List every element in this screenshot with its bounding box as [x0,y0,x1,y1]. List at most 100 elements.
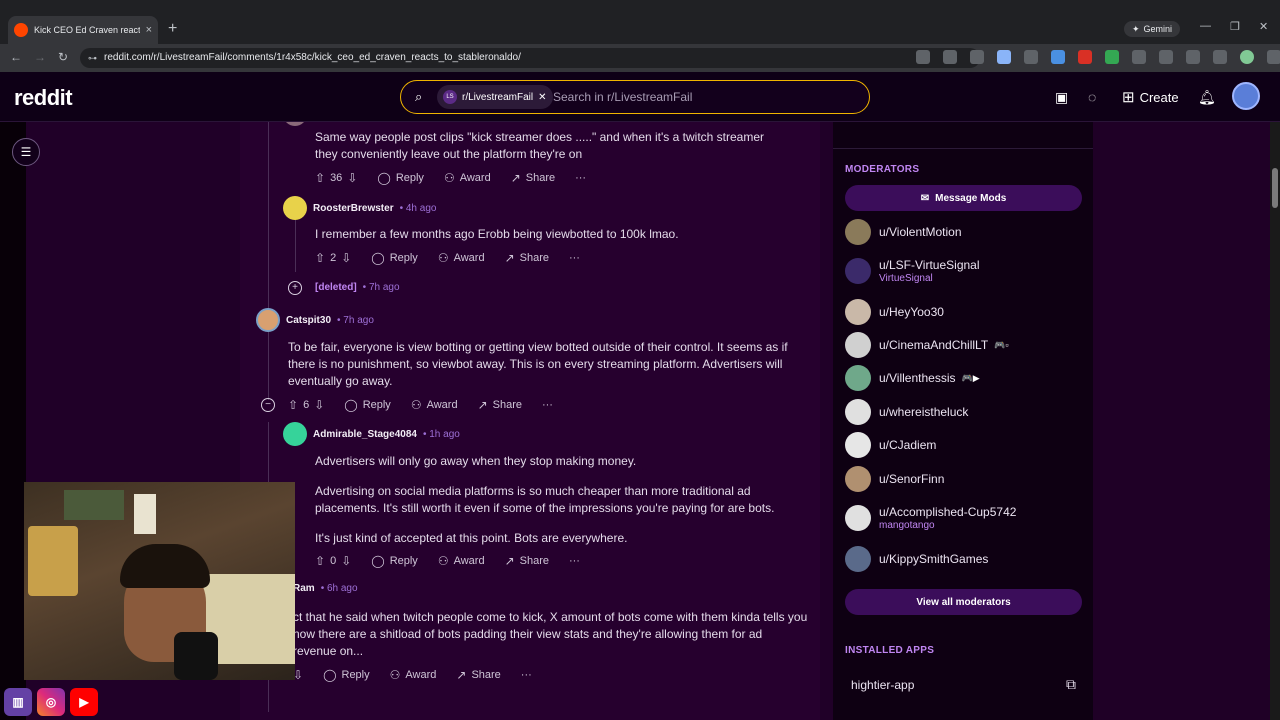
new-tab-button[interactable]: + [168,20,177,38]
comment-time[interactable]: • 6h ago [321,583,358,594]
split-view-icon[interactable] [1186,50,1200,64]
more-options-button[interactable]: ··· [569,252,580,264]
downvote-icon[interactable]: ⇩ [341,251,351,265]
share-button[interactable]: ↗ Share [456,668,500,682]
moderator-item[interactable]: u/Villenthessis 🎮▶ [845,365,980,391]
reply-button[interactable]: ◯ Reply [344,398,391,412]
collapse-thread-icon[interactable]: − [261,398,275,412]
scrollbar-thumb[interactable] [1272,168,1278,208]
comment-author[interactable]: Catspit30 [286,315,331,326]
maximize-icon[interactable]: ❐ [1230,20,1240,33]
forward-icon[interactable]: → [34,50,46,64]
cast-icon[interactable] [943,50,957,64]
chip-remove-icon[interactable]: ✕ [538,92,546,103]
reply-icon: ◯ [371,251,385,265]
moderator-item[interactable]: u/KippySmithGames [845,546,988,572]
subreddit-chip[interactable]: LS r/LivestreamFail ✕ [437,85,553,109]
more-options-button[interactable]: ··· [575,172,586,184]
comment-author-row: Admirable_Stage4084 • 1h ago [283,422,460,446]
youtube-icon: ▶ [70,688,98,716]
comment-time[interactable]: • 4h ago [400,203,437,214]
upvote-icon[interactable]: ⇧ [288,398,298,412]
moderator-item[interactable]: u/HeyYoo30 [845,299,944,325]
search-input[interactable] [553,89,853,105]
comment-time[interactable]: • 1h ago [423,429,460,440]
comment-author[interactable]: Ram [293,583,315,594]
back-icon[interactable]: ← [10,50,22,64]
moderator-item[interactable]: u/ViolentMotion [845,219,962,245]
message-mods-label: Message Mods [935,192,1007,204]
zoom-icon[interactable] [916,50,930,64]
reply-button[interactable]: ◯ Reply [371,251,418,265]
avatar[interactable] [283,422,307,446]
reply-button[interactable]: ◯ Reply [323,668,370,682]
reload-icon[interactable]: ↻ [58,50,68,64]
chat-icon[interactable]: ◌ [1088,89,1096,105]
menu-toggle-button[interactable]: ☰ [12,138,40,166]
share-button[interactable]: ↗ Share [505,251,549,265]
avatar[interactable] [256,308,280,332]
moderator-item[interactable]: u/SenorFinn [845,466,944,492]
more-options-button[interactable]: ··· [542,399,553,411]
advertise-icon[interactable]: ▣ [1055,89,1068,106]
moderator-item[interactable]: u/LSF-VirtueSignal VirtueSignal [845,258,980,284]
comment-author[interactable]: Admirable_Stage4084 [313,429,417,440]
message-mods-button[interactable]: ✉ Message Mods [845,185,1082,211]
gemini-button[interactable]: ✦ Gemini [1124,21,1181,37]
vote-group: ⇧ 6 ⇩ [288,398,324,412]
share-button[interactable]: ↗ Share [505,554,549,568]
create-button[interactable]: ⊞ Create [1122,88,1179,106]
site-info-icon[interactable]: ⊶ [88,48,97,68]
bookmark-star-icon[interactable] [970,50,984,64]
browser-tab[interactable]: Kick CEO Ed Craven reacts to St × [8,16,158,44]
downvote-icon[interactable]: ⇩ [314,398,324,412]
share-button[interactable]: ↗ Share [511,171,555,185]
page-scrollbar[interactable] [1270,122,1280,720]
moderator-item[interactable]: u/CJadiem [845,432,936,458]
upvote-icon[interactable]: ⇧ [315,554,325,568]
upvote-icon[interactable]: ⇧ [315,171,325,185]
award-button[interactable]: ⚇ Award [444,171,491,185]
comment-author[interactable]: RoosterBrewster [313,203,394,214]
comment-time[interactable]: • 7h ago [337,315,374,326]
downvote-icon[interactable]: ⇩ [341,554,351,568]
award-button[interactable]: ⚇ Award [438,251,485,265]
more-options-button[interactable]: ··· [521,669,532,681]
tab-close-icon[interactable]: × [146,24,152,36]
comment-time[interactable]: • 7h ago [363,282,400,293]
moderator-item[interactable]: u/CinemaAndChillLT 🎮▫ [845,332,1009,358]
upvote-icon[interactable]: ⇧ [315,251,325,265]
menu-icon[interactable] [1267,50,1280,64]
moderator-item[interactable]: u/Accomplished-Cup5742 mangotango [845,505,1016,531]
puzzle-icon[interactable] [1132,50,1146,64]
extension-icon[interactable] [997,50,1011,64]
audio-icon[interactable] [1051,50,1065,64]
reply-button[interactable]: ◯ Reply [371,554,418,568]
share-button[interactable]: ↗ Share [478,398,522,412]
installed-app-item[interactable]: hightier-app ⧉ [851,676,1076,693]
reply-button[interactable]: ◯ Reply [377,171,424,185]
bookmarks-icon[interactable] [1159,50,1173,64]
search-bar[interactable]: ⌕ LS r/LivestreamFail ✕ [400,80,870,114]
profile-icon[interactable] [1240,50,1254,64]
adblock-icon[interactable] [1078,50,1092,64]
user-avatar[interactable] [1232,82,1260,110]
close-window-icon[interactable]: ✕ [1259,20,1268,33]
shield-icon[interactable] [1105,50,1119,64]
notifications-icon[interactable]: 🔔︎ [1198,89,1216,106]
moderator-item[interactable]: u/whereistheluck [845,399,968,425]
award-button[interactable]: ⚇ Award [411,398,458,412]
moderator-name: u/HeyYoo30 [879,305,944,319]
more-options-button[interactable]: ··· [569,555,580,567]
view-all-moderators-button[interactable]: View all moderators [845,589,1082,615]
address-bar[interactable]: ⊶ reddit.com/r/LivestreamFail/comments/1… [80,48,980,68]
avatar[interactable] [283,196,307,220]
minimize-icon[interactable]: — [1200,20,1211,32]
award-button[interactable]: ⚇ Award [390,668,437,682]
downvote-icon[interactable]: ⇩ [347,171,357,185]
reading-list-icon[interactable] [1213,50,1227,64]
power-icon[interactable] [1024,50,1038,64]
reddit-logo[interactable]: reddit [14,85,73,111]
expand-thread-icon[interactable]: + [288,281,302,295]
award-button[interactable]: ⚇ Award [438,554,485,568]
